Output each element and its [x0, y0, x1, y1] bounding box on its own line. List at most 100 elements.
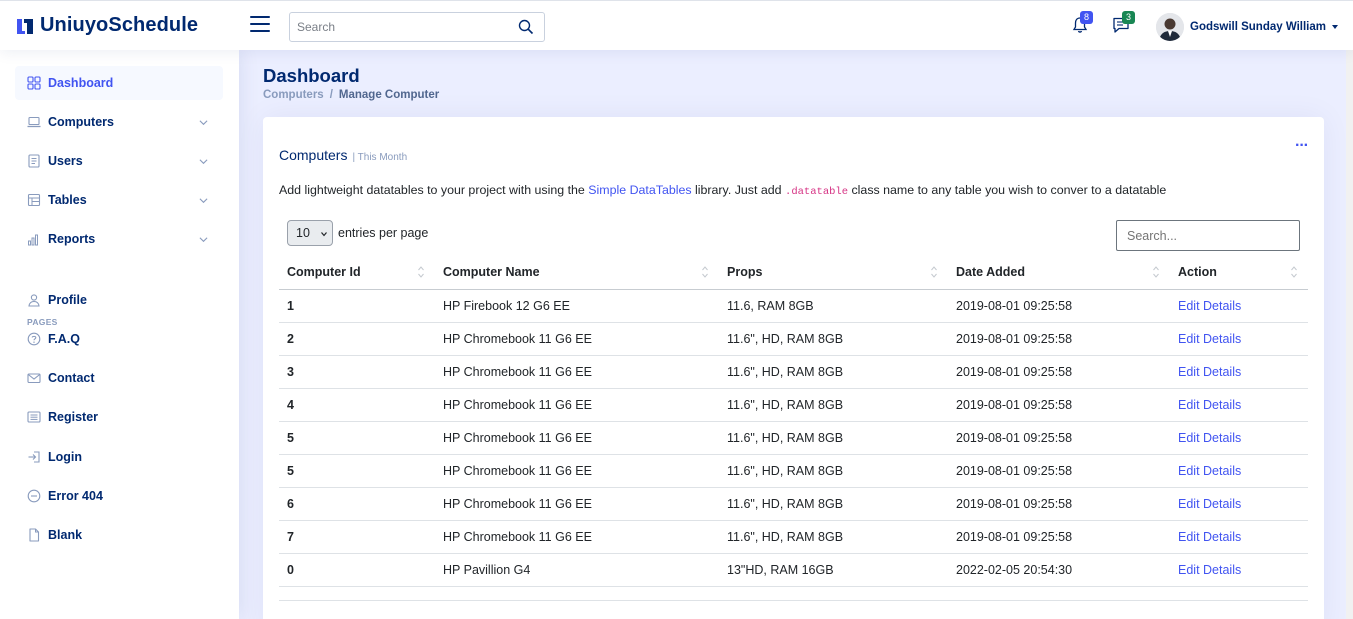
table-row: 7 HP Chromebook 11 G6 EE 11.6", HD, RAM …: [279, 521, 1308, 554]
sidebar-item-users[interactable]: Users: [15, 144, 223, 178]
cell-props: 11.6", HD, RAM 8GB: [727, 497, 844, 511]
column-header-props[interactable]: Props: [727, 255, 762, 290]
sidebar-item-faq[interactable]: F.A.Q: [15, 322, 223, 356]
edit-details-link[interactable]: Edit Details: [1178, 356, 1241, 389]
envelope-icon: [27, 373, 41, 384]
column-header-date-added[interactable]: Date Added: [956, 255, 1025, 290]
column-header-computer-id[interactable]: Computer Id: [287, 255, 361, 290]
notifications-badge: 8: [1080, 11, 1094, 24]
sidebar-item-label: Users: [48, 154, 83, 168]
sidebar-item-label: Computers: [48, 115, 114, 129]
sidebar-toggle-button[interactable]: [250, 16, 270, 34]
sidebar-item-tables[interactable]: Tables: [15, 183, 223, 217]
table-header-row: Computer Id Computer Name Props Date Add…: [279, 255, 1308, 290]
table-row: 1 HP Firebook 12 G6 EE 11.6, RAM 8GB 201…: [279, 290, 1308, 323]
messages-badge: 3: [1122, 11, 1136, 24]
edit-details-link[interactable]: Edit Details: [1178, 488, 1241, 521]
sidebar-item-label: F.A.Q: [48, 332, 80, 346]
chevron-down-icon: [321, 232, 327, 237]
entries-per-page: 10 entries per page: [287, 220, 428, 246]
column-header-computer-name[interactable]: Computer Name: [443, 255, 540, 290]
description-text: class name to any table you wish to conv…: [848, 183, 1167, 197]
sidebar-item-computers[interactable]: Computers: [15, 105, 223, 139]
table-row: 6 HP Chromebook 11 G6 EE 11.6", HD, RAM …: [279, 488, 1308, 521]
user-photo-icon: [1156, 13, 1184, 41]
table-icon: [27, 193, 41, 207]
cell-computer-name: HP Chromebook 11 G6 EE: [443, 365, 592, 379]
chevron-down-icon: [199, 198, 208, 204]
sidebar-item-dashboard[interactable]: Dashboard: [15, 66, 223, 100]
three-dots-icon[interactable]: ···: [1295, 137, 1309, 155]
sort-icon[interactable]: [418, 266, 424, 278]
chevron-down-icon: [199, 120, 208, 126]
computers-card: Computers | This Month ··· Add lightweig…: [263, 117, 1324, 619]
main-content: Dashboard Computers / Manage Computer Co…: [239, 50, 1346, 619]
edit-details-link[interactable]: Edit Details: [1178, 422, 1241, 455]
sort-icon[interactable]: [1153, 266, 1159, 278]
messages-button[interactable]: 3: [1112, 11, 1136, 36]
chevron-down-icon: [199, 159, 208, 165]
table-search-input[interactable]: [1116, 220, 1300, 251]
sidebar-item-profile[interactable]: Profile: [15, 283, 223, 317]
page-scrollbar[interactable]: [1346, 50, 1353, 619]
sidebar-item-label: Error 404: [48, 489, 103, 503]
edit-details-link[interactable]: Edit Details: [1178, 290, 1241, 323]
file-list-icon: [28, 154, 40, 168]
breadcrumb-link-computers[interactable]: Computers: [263, 89, 324, 101]
header-search-bar: [289, 12, 545, 42]
table-row: 4 HP Chromebook 11 G6 EE 11.6", HD, RAM …: [279, 389, 1308, 422]
simple-datatables-link[interactable]: Simple DataTables: [588, 183, 691, 197]
card-title: Computers | This Month: [279, 147, 407, 163]
bar-chart-icon: [28, 234, 38, 246]
login-icon: [28, 451, 40, 463]
edit-details-link[interactable]: Edit Details: [1178, 389, 1241, 422]
app-name: UniuyoSchedule: [40, 14, 199, 36]
dash-circle-icon: [27, 489, 41, 503]
edit-details-link[interactable]: Edit Details: [1178, 323, 1241, 356]
sort-icon[interactable]: [931, 266, 937, 278]
table-row: 3 HP Chromebook 11 G6 EE 11.6", HD, RAM …: [279, 356, 1308, 389]
edit-details-link[interactable]: Edit Details: [1178, 455, 1241, 488]
cell-date-added: 2019-08-01 09:25:58: [956, 431, 1073, 445]
chevron-down-icon: [1332, 25, 1339, 29]
sort-icon[interactable]: [702, 266, 708, 278]
sidebar-item-register[interactable]: Register: [15, 400, 223, 434]
cell-date-added: 2019-08-01 09:25:58: [956, 398, 1073, 412]
description-text: Add lightweight datatables to your proje…: [279, 183, 589, 197]
table-row: 5 HP Chromebook 11 G6 EE 11.6", HD, RAM …: [279, 455, 1308, 488]
sidebar-item-login[interactable]: Login: [15, 440, 223, 474]
cell-computer-id: 6: [287, 497, 294, 511]
notifications-button[interactable]: 8: [1072, 11, 1094, 36]
cell-computer-name: HP Firebook 12 G6 EE: [443, 299, 570, 313]
card-description: Add lightweight datatables to your proje…: [279, 183, 1166, 198]
menu-line: [250, 23, 270, 25]
code-snippet: .datatable: [785, 186, 849, 198]
table-row: 0 HP Pavillion G4 13"HD, RAM 16GB 2022-0…: [279, 554, 1308, 587]
sidebar-item-contact[interactable]: Contact: [15, 361, 223, 395]
logo-icon: [17, 18, 33, 34]
sidebar-item-error-404[interactable]: Error 404: [15, 479, 223, 513]
sidebar-item-blank[interactable]: Blank: [15, 518, 223, 552]
app-logo[interactable]: UniuyoSchedule: [15, 14, 198, 37]
per-page-select[interactable]: 10: [287, 220, 333, 246]
profile-dropdown[interactable]: Godswill Sunday William: [1156, 13, 1339, 41]
edit-details-link[interactable]: Edit Details: [1178, 521, 1241, 554]
edit-details-link[interactable]: Edit Details: [1178, 554, 1241, 587]
table-bottom-divider: [279, 600, 1308, 601]
cell-props: 11.6, RAM 8GB: [727, 299, 814, 313]
person-icon: [28, 294, 40, 307]
column-header-action[interactable]: Action: [1178, 255, 1217, 290]
header-search-input[interactable]: [290, 13, 500, 41]
cell-computer-name: HP Chromebook 11 G6 EE: [443, 398, 592, 412]
question-circle-icon: [27, 332, 41, 346]
cell-date-added: 2019-08-01 09:25:58: [956, 464, 1073, 478]
cell-date-added: 2019-08-01 09:25:58: [956, 497, 1073, 511]
cell-props: 11.6", HD, RAM 8GB: [727, 464, 844, 478]
description-text: library. Just add: [691, 183, 786, 197]
table-row: 5 HP Chromebook 11 G6 EE 11.6", HD, RAM …: [279, 422, 1308, 455]
search-icon[interactable]: [518, 19, 534, 35]
card-subtitle: | This Month: [352, 152, 408, 163]
sort-icon[interactable]: [1291, 266, 1297, 278]
file-icon: [29, 528, 40, 542]
sidebar-item-reports[interactable]: Reports: [15, 222, 223, 256]
